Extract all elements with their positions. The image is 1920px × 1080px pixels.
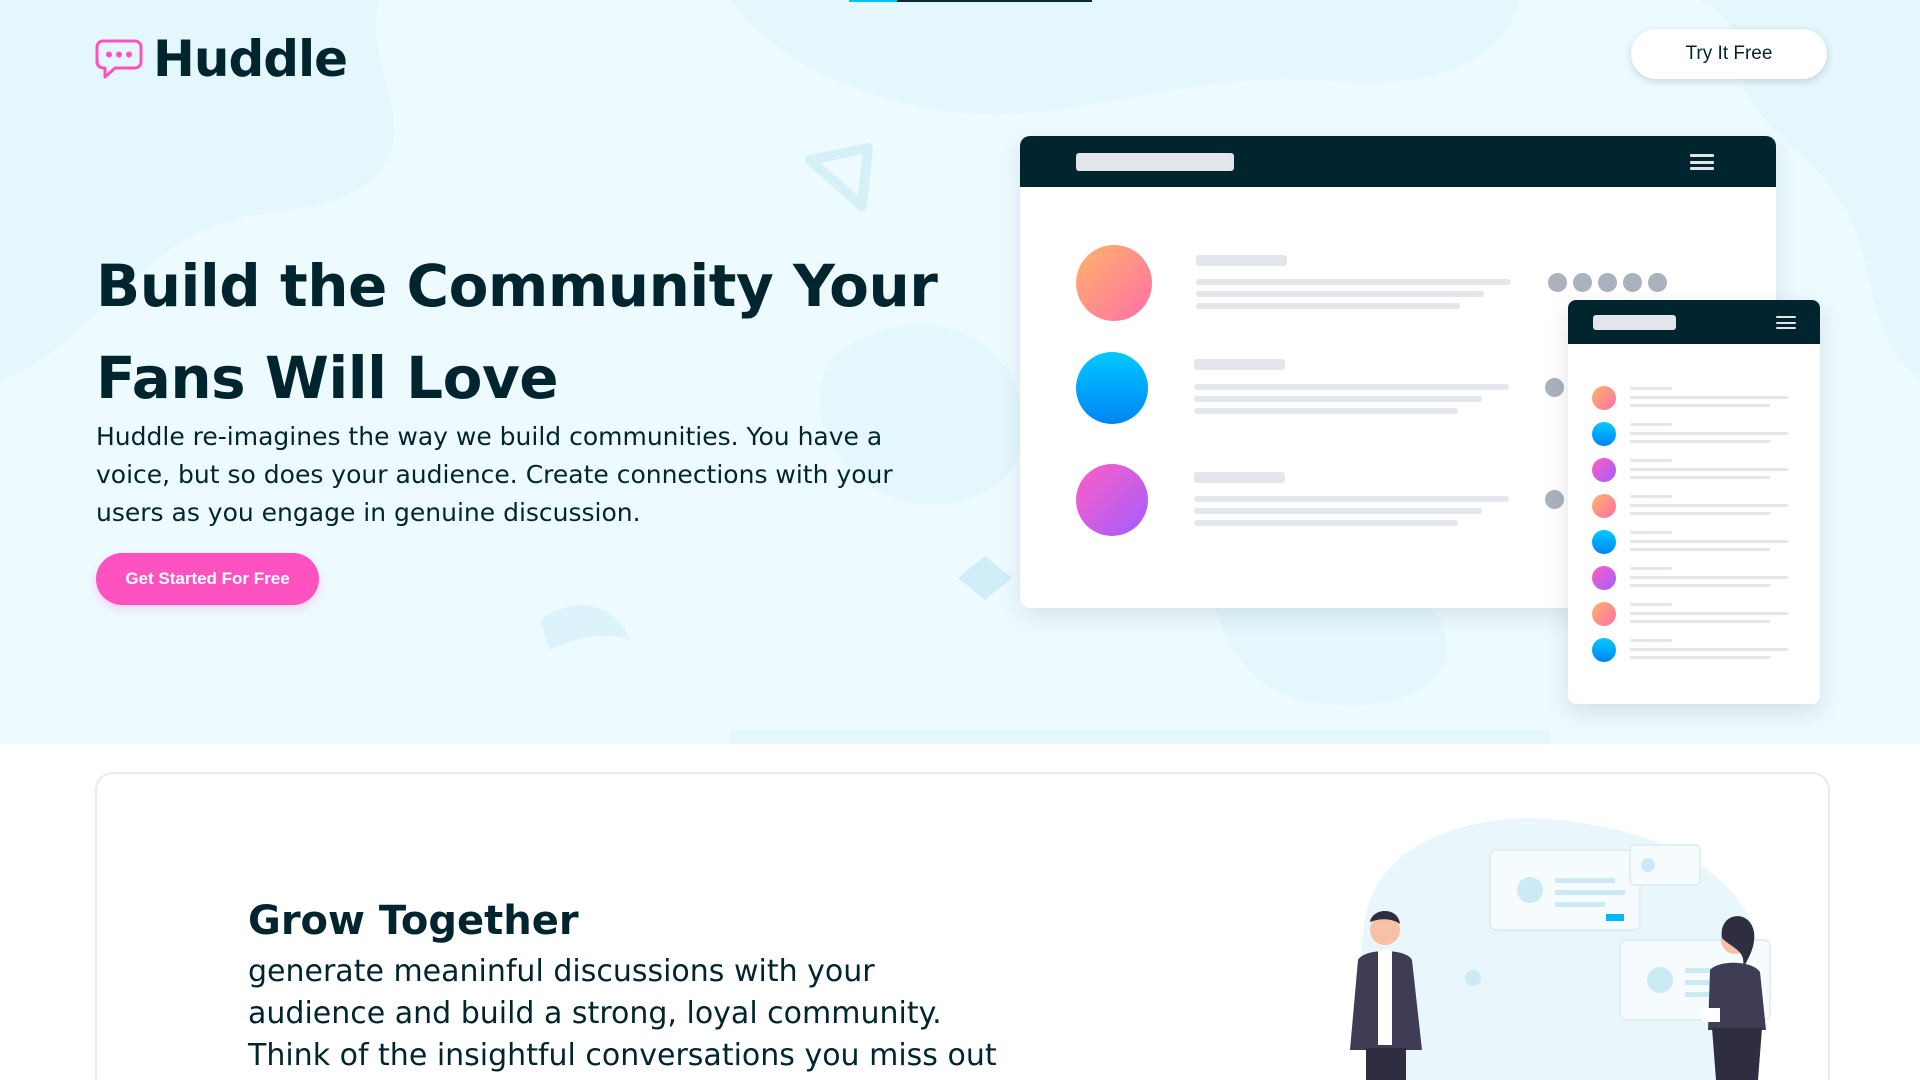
placeholder-line [1630, 476, 1770, 479]
placeholder-line [1630, 548, 1770, 551]
placeholder-line [1630, 459, 1672, 462]
top-progress-bar [849, 0, 1092, 2]
placeholder-line [1630, 620, 1770, 623]
placeholder-line [1194, 359, 1285, 370]
feature-description: generate meaninful discussions with your… [248, 954, 997, 1073]
placeholder-line [1630, 567, 1672, 570]
placeholder-line [1630, 584, 1770, 587]
placeholder-line [1630, 396, 1788, 399]
placeholder-line [1196, 255, 1287, 266]
status-dot [1598, 273, 1617, 292]
placeholder-line [1630, 648, 1788, 651]
avatar [1592, 386, 1616, 410]
placeholder-line [1630, 656, 1770, 659]
hero-title: Build the Community Your Fans Will Love [96, 252, 938, 412]
placeholder-line [1630, 576, 1788, 579]
placeholder-line [1630, 440, 1770, 443]
get-started-button[interactable]: Get Started For Free [96, 553, 319, 605]
placeholder-line [1630, 404, 1770, 407]
placeholder-line [1630, 639, 1672, 642]
avatar [1076, 245, 1152, 321]
status-dot [1573, 273, 1592, 292]
avatar [1592, 530, 1616, 554]
mockup-title-placeholder [1076, 153, 1234, 171]
placeholder-line [1194, 496, 1509, 502]
avatar [1076, 464, 1148, 536]
app-mockup-mobile [1568, 300, 1820, 704]
mobile-title-placeholder [1593, 315, 1676, 330]
placeholder-line [1196, 303, 1460, 309]
feature-title: Grow Together [248, 898, 579, 944]
placeholder-line [1630, 531, 1672, 534]
placeholder-line [1194, 384, 1509, 390]
placeholder-line [1630, 387, 1672, 390]
logo-text: Huddle [153, 30, 348, 88]
placeholder-line [1194, 408, 1458, 414]
avatar [1592, 638, 1616, 662]
placeholder-line [1630, 540, 1788, 543]
placeholder-line [1630, 512, 1770, 515]
hamburger-menu-icon [1690, 154, 1714, 170]
people-chatting-illustration [1350, 818, 1771, 1080]
status-dot [1648, 273, 1667, 292]
huddle-logo[interactable]: Huddle [95, 30, 348, 88]
mockup-title-bar [1020, 136, 1776, 187]
status-dot [1545, 490, 1564, 509]
status-dot [1623, 273, 1642, 292]
placeholder-line [1630, 504, 1788, 507]
placeholder-line [1630, 603, 1672, 606]
placeholder-line [1194, 472, 1285, 483]
placeholder-line [1630, 495, 1672, 498]
avatar [1592, 494, 1616, 518]
avatar [1592, 422, 1616, 446]
status-dot [1545, 378, 1564, 397]
mobile-title-bar [1568, 300, 1820, 344]
placeholder-line [1630, 468, 1788, 471]
placeholder-line [1196, 291, 1484, 297]
placeholder-line [1194, 396, 1482, 402]
placeholder-line [1630, 423, 1672, 426]
avatar [1592, 458, 1616, 482]
hamburger-menu-icon [1776, 316, 1796, 329]
speech-bubble-icon [95, 39, 143, 79]
placeholder-line [1194, 520, 1458, 526]
placeholder-line [1630, 432, 1788, 435]
avatar [1592, 566, 1616, 590]
placeholder-line [1196, 279, 1511, 285]
placeholder-line [1630, 612, 1788, 615]
avatar [1076, 352, 1148, 424]
try-it-free-button[interactable]: Try It Free [1631, 29, 1827, 79]
hero-description: Huddle re-imagines the way we build comm… [96, 422, 893, 527]
avatar [1592, 602, 1616, 626]
placeholder-line [1194, 508, 1482, 514]
status-dot [1548, 273, 1567, 292]
